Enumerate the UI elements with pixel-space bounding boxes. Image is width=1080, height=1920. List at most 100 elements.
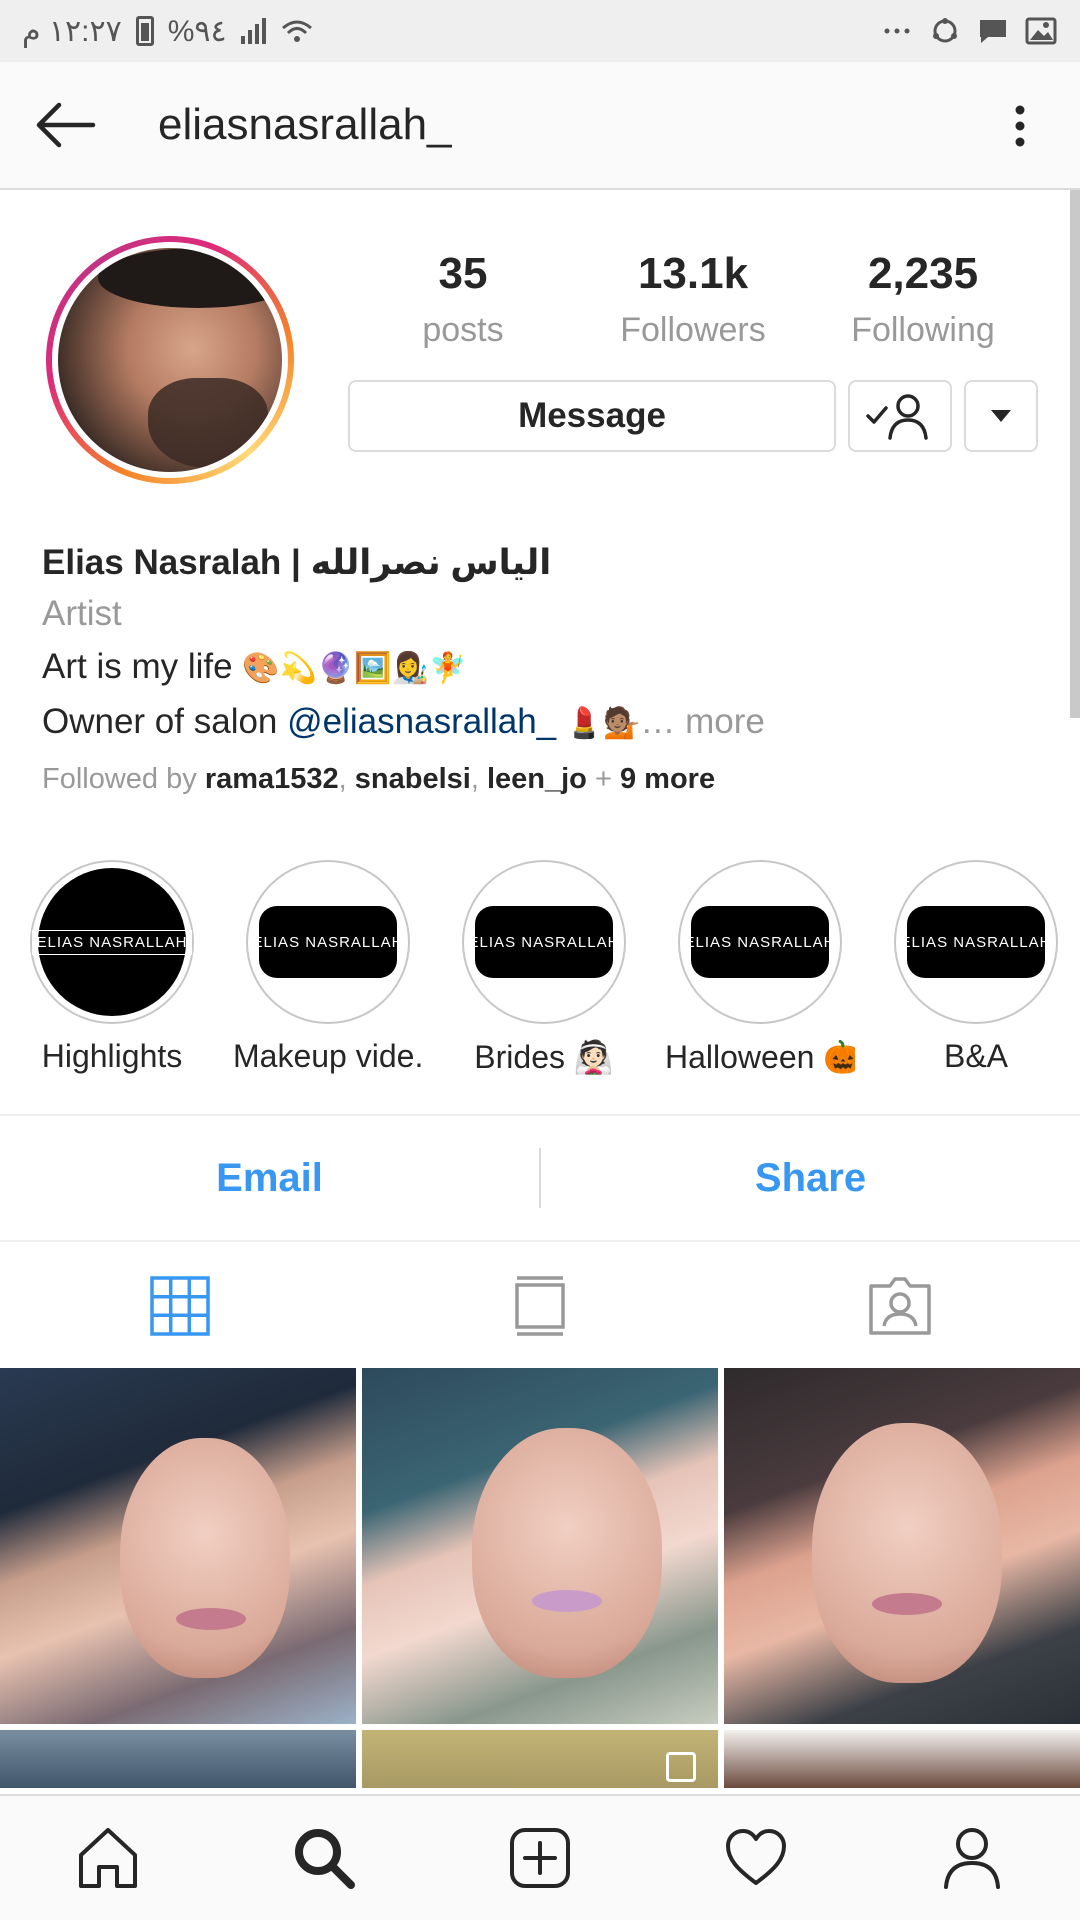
story-highlights: ELIAS NASRALLAH Highlights ELIAS NASRALL… (0, 860, 1080, 1080)
logo-box: ELIAS NASRALLAH (685, 906, 834, 978)
vertical-dots-icon (1015, 105, 1025, 147)
stat-value: 13.1k (637, 249, 749, 298)
profile-actions: Message (348, 380, 1038, 452)
nav-search[interactable] (216, 1796, 432, 1920)
profile-avatar[interactable] (46, 236, 294, 484)
followed-by[interactable]: Followed by rama1532, snabelsi, leen_jo … (42, 750, 1042, 808)
post-thumbnail[interactable] (362, 1368, 718, 1724)
follower-link[interactable]: rama1532 (205, 763, 339, 795)
highlight-ring: ELIAS NASRALLAH (678, 860, 842, 1024)
overflow-dots-icon (884, 28, 910, 34)
logo-box: ELIAS NASRALLAH (253, 906, 402, 978)
mention-link[interactable]: @eliasnasrallah_ (287, 702, 556, 741)
followed-more[interactable]: 9 more (620, 763, 715, 795)
image-icon (1025, 17, 1057, 45)
stat-value: 35 (438, 249, 488, 298)
bio-emoji: 🎨💫🔮🖼️👩‍🎨🧚 (242, 651, 467, 686)
back-button[interactable] (0, 61, 130, 189)
battery-level: %٩٤ (167, 14, 227, 48)
category-label: Artist (42, 594, 122, 633)
caret-down-icon (991, 410, 1011, 422)
highlight-item[interactable]: ELIAS NASRALLAH Brides 👰🏻 (449, 860, 639, 1076)
search-icon (295, 1829, 355, 1889)
post-thumbnail[interactable] (0, 1730, 356, 1788)
followed-prefix: Followed by (42, 763, 205, 795)
bio-line-2: Owner of salon @eliasnasrallah_ 💄💁🏽… mor… (42, 695, 1042, 750)
avatar-hair (98, 248, 282, 308)
profile-bio: Elias Nasralah | الياس نصرالله Artist Ar… (42, 538, 1042, 808)
top-nav: eliasnasrallah_ (0, 62, 1080, 190)
avatar-beard (148, 378, 268, 468)
more-options-button[interactable] (980, 86, 1060, 166)
bottom-nav (0, 1794, 1080, 1920)
post-thumbnail[interactable] (0, 1368, 356, 1724)
grid-icon (150, 1276, 210, 1336)
stat-label: Followers (620, 311, 766, 349)
highlight-item[interactable]: ELIAS NASRALLAH Highlights (17, 860, 207, 1075)
scrollbar[interactable] (1070, 190, 1080, 718)
logo-box: ELIAS NASRALLAH (901, 906, 1050, 978)
suggestions-dropdown-button[interactable] (964, 380, 1038, 452)
bio-emoji: 💄💁🏽 (556, 706, 641, 741)
bio-text: Owner of salon (42, 702, 288, 741)
stat-label: Following (851, 311, 995, 349)
highlight-label: B&A (943, 1038, 1009, 1074)
highlight-logo: ELIAS NASRALLAH (31, 929, 193, 955)
post-lips (532, 1590, 602, 1612)
highlight-item[interactable]: ELIAS NASRALLAH Makeup vide... (233, 860, 423, 1075)
chat-icon (980, 20, 1006, 43)
status-bar: ١٢:٢٧ م %٩٤ (0, 0, 1080, 62)
post-lips (872, 1593, 942, 1615)
highlight-cover: ELIAS NASRALLAH (685, 868, 834, 1016)
nav-profile[interactable] (864, 1796, 1080, 1920)
feed-icon (515, 1276, 565, 1336)
highlight-ring: ELIAS NASRALLAH (462, 860, 626, 1024)
nav-add-post[interactable] (432, 1796, 648, 1920)
bio-text: Art is my life (42, 647, 243, 686)
stat-following[interactable]: 2,235 Following (808, 245, 1038, 357)
sync-icon (933, 18, 957, 43)
highlight-ring: ELIAS NASRALLAH (30, 860, 194, 1024)
bio-line-1: Art is my life 🎨💫🔮🖼️👩‍🎨🧚 (42, 640, 1042, 695)
highlight-logo: ELIAS NASRALLAH (900, 933, 1052, 951)
heart-icon (726, 1829, 786, 1885)
share-button[interactable]: Share (541, 1116, 1080, 1240)
avatar-border (52, 242, 288, 478)
email-button[interactable]: Email (0, 1116, 539, 1240)
message-button[interactable]: Message (348, 380, 836, 452)
nav-activity[interactable] (648, 1796, 864, 1920)
highlight-item[interactable]: ELIAS NASRALLAH B&A (881, 860, 1071, 1075)
profile-stats: 35 posts 13.1k Followers 2,235 Following (348, 245, 1038, 357)
profile-icon (944, 1828, 1000, 1889)
post-thumbnail[interactable] (362, 1730, 718, 1788)
status-time: ١٢:٢٧ م (22, 14, 122, 48)
follower-link[interactable]: snabelsi (355, 763, 471, 795)
post-thumbnail[interactable] (724, 1368, 1080, 1724)
back-arrow-icon (36, 102, 96, 148)
highlight-ring: ELIAS NASRALLAH (894, 860, 1058, 1024)
highlight-cover: ELIAS NASRALLAH (253, 868, 402, 1016)
follower-link[interactable]: leen_jo (487, 763, 587, 795)
stat-followers[interactable]: 13.1k Followers (578, 245, 808, 357)
tab-grid[interactable] (0, 1242, 360, 1370)
bio-more-link[interactable]: … more (640, 702, 764, 741)
post-face (812, 1423, 1002, 1683)
highlight-item[interactable]: ELIAS NASRALLAH Halloween 🎃 (665, 860, 855, 1076)
tab-tagged[interactable] (720, 1242, 1080, 1370)
following-button[interactable] (848, 380, 952, 452)
stat-posts[interactable]: 35 posts (348, 245, 578, 357)
add-post-icon (510, 1828, 570, 1888)
highlight-label: Brides 👰🏻 (474, 1039, 614, 1075)
battery-icon (135, 16, 154, 46)
highlight-logo: ELIAS NASRALLAH (468, 933, 620, 951)
post-lips (176, 1608, 246, 1630)
tab-feed[interactable] (360, 1242, 720, 1370)
highlight-logo: ELIAS NASRALLAH (252, 933, 404, 951)
nav-home[interactable] (0, 1796, 216, 1920)
post-thumbnail[interactable] (724, 1730, 1080, 1788)
highlight-label: Highlights (41, 1038, 183, 1074)
home-icon (79, 1828, 137, 1888)
profile-username: eliasnasrallah_ (158, 100, 452, 149)
profile-tabs (0, 1242, 1080, 1370)
highlight-cover: ELIAS NASRALLAH (901, 868, 1050, 1016)
